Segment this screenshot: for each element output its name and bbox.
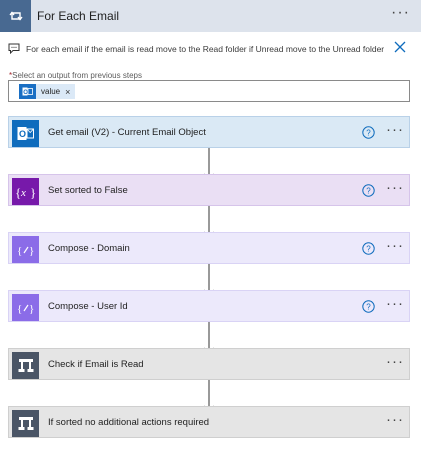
- value-token[interactable]: O value ×: [19, 84, 76, 99]
- close-icon[interactable]: [393, 40, 407, 54]
- outlook-icon: O: [19, 84, 36, 99]
- action-card-get-email[interactable]: O Get email (V2) - Current Email Object …: [8, 116, 410, 148]
- help-icon[interactable]: ?: [362, 242, 375, 255]
- token-label: value: [41, 87, 61, 96]
- svg-text:O: O: [19, 129, 26, 139]
- svg-text:?: ?: [366, 128, 371, 137]
- foreach-more-button[interactable]: ···: [391, 4, 410, 22]
- loop-icon: [0, 0, 31, 32]
- more-button[interactable]: ···: [386, 353, 404, 370]
- svg-text:x: x: [20, 187, 26, 199]
- compose-icon: { }: [12, 294, 39, 321]
- action-card-compose-userid[interactable]: { } Compose - User Id ? ···: [8, 290, 410, 322]
- variable-icon: { x }: [12, 178, 39, 205]
- condition-card-if-sorted[interactable]: If sorted no additional actions required…: [8, 406, 410, 438]
- condition-icon: [12, 352, 39, 379]
- help-icon[interactable]: ?: [362, 126, 375, 139]
- svg-text:?: ?: [366, 186, 371, 195]
- comment-icon: [8, 43, 20, 54]
- action-title: If sorted no additional actions required: [48, 417, 210, 428]
- more-button[interactable]: ···: [386, 237, 404, 254]
- help-icon[interactable]: ?: [362, 184, 375, 197]
- output-input[interactable]: O value ×: [8, 80, 410, 102]
- action-card-compose-domain[interactable]: { } Compose - Domain ? ···: [8, 232, 410, 264]
- svg-text:?: ?: [366, 302, 371, 311]
- comment-row: For each email if the email is read move…: [0, 36, 421, 62]
- token-remove-button[interactable]: ×: [65, 87, 70, 97]
- action-title: Check if Email is Read: [48, 359, 144, 370]
- condition-icon: [12, 410, 39, 437]
- output-label: *Select an output from previous steps: [9, 71, 142, 80]
- comment-text[interactable]: For each email if the email is read move…: [26, 44, 384, 54]
- svg-text:}: }: [29, 245, 34, 257]
- condition-card-check-read[interactable]: Check if Email is Read ···: [8, 348, 410, 380]
- more-button[interactable]: ···: [386, 295, 404, 312]
- action-title: Get email (V2) - Current Email Object: [48, 127, 206, 138]
- svg-text:}: }: [30, 185, 36, 200]
- svg-text:O: O: [23, 90, 28, 96]
- more-button[interactable]: ···: [386, 411, 404, 428]
- foreach-title: For Each Email: [37, 9, 120, 23]
- foreach-header[interactable]: For Each Email ···: [0, 0, 421, 32]
- more-button[interactable]: ···: [386, 179, 404, 196]
- action-title: Set sorted to False: [48, 185, 128, 196]
- help-icon[interactable]: ?: [362, 300, 375, 313]
- svg-text:}: }: [29, 303, 34, 315]
- svg-text:{: {: [17, 303, 22, 315]
- compose-icon: { }: [12, 236, 39, 263]
- outlook-icon: O: [12, 120, 39, 147]
- foreach-container: For Each Email ··· For each email if the…: [0, 0, 421, 456]
- action-title: Compose - User Id: [48, 301, 128, 312]
- action-title: Compose - Domain: [48, 243, 130, 254]
- action-card-set-variable[interactable]: { x } Set sorted to False ? ···: [8, 174, 410, 206]
- more-button[interactable]: ···: [386, 121, 404, 138]
- svg-text:?: ?: [366, 244, 371, 253]
- svg-text:{: {: [17, 245, 22, 257]
